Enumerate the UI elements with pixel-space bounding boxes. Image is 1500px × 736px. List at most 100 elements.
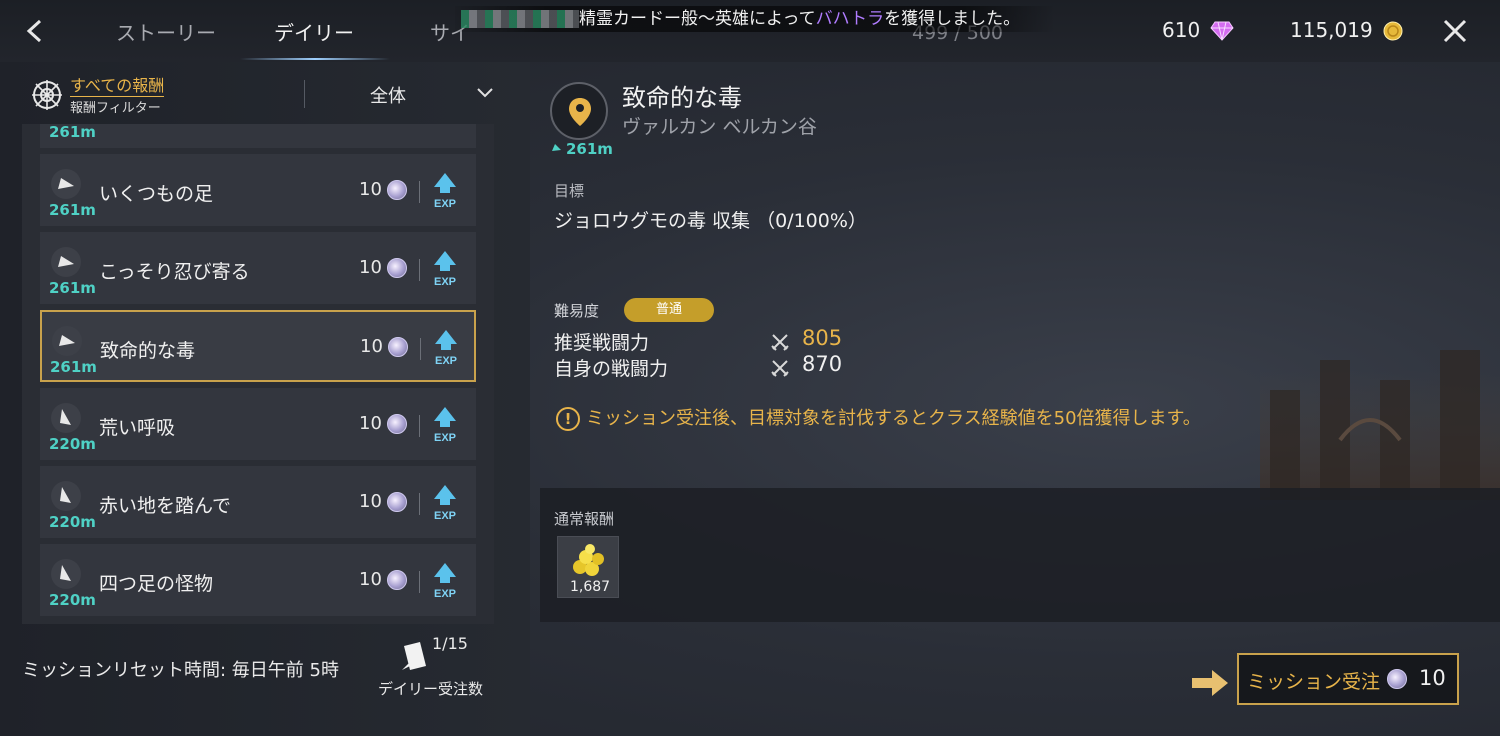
exp-icon: EXP [434, 563, 456, 600]
item-distance: 261m [50, 358, 97, 376]
svg-text:EXP: EXP [434, 588, 456, 600]
own-power-label: 自身の戦闘力 [554, 358, 669, 380]
list-item[interactable]: 220m 赤い地を踏んで 10 EXP [40, 466, 476, 538]
item-divider [419, 415, 420, 437]
list-item[interactable]: 261m こっそり忍び寄る 10 EXP [40, 232, 476, 304]
accept-label: ミッション受注 [1247, 671, 1381, 693]
blurred-name [461, 10, 579, 28]
daily-count: 1/15 [432, 634, 468, 653]
notice-text: ミッション受注後、目標対象を討伐するとクラス経験値を50倍獲得します。 [586, 408, 1201, 429]
direction-arrow-icon [51, 481, 81, 511]
mission-title: 致命的な毒 [622, 84, 742, 112]
gold-coin-icon [1383, 21, 1403, 41]
close-icon[interactable] [1438, 14, 1472, 48]
back-arrow-icon[interactable] [18, 14, 52, 48]
direction-arrow-icon [52, 326, 82, 356]
item-distance: 261m [49, 124, 96, 141]
item-cost: 10 [359, 413, 382, 434]
wheel-icon [32, 80, 62, 110]
exp-icon: EXP [434, 407, 456, 444]
direction-arrow-icon [51, 247, 81, 277]
objective-label: 目標 [554, 182, 585, 200]
exp-bonus-notice: ! ミッション受注後、目標対象を討伐するとクラス経験値を50倍獲得します。 [556, 404, 1201, 431]
background-scenery [1260, 350, 1500, 500]
difficulty-label: 難易度 [554, 302, 600, 320]
reward-gold-item[interactable]: 1,687 [557, 536, 619, 598]
detail-distance: 261m [566, 140, 613, 158]
filter-select-value[interactable]: 全体 [370, 82, 406, 108]
svg-text:EXP: EXP [434, 198, 456, 210]
filter-title: すべての報酬 [70, 76, 165, 97]
item-name: 四つ足の怪物 [99, 573, 214, 595]
reward-filter[interactable]: すべての報酬 報酬フィルター 全体 [22, 72, 502, 124]
exp-icon: EXP [434, 173, 456, 210]
reward-label: 通常報酬 [554, 510, 615, 528]
item-cost: 10 [359, 569, 382, 590]
token-coin-icon [387, 492, 407, 512]
item-cost: 10 [360, 336, 383, 357]
list-item-selected[interactable]: 261m 致命的な毒 10 EXP [40, 310, 476, 382]
tab-daily[interactable]: デイリー [274, 17, 354, 46]
gem-count: 610 [1162, 18, 1201, 42]
item-name: 荒い呼吸 [99, 417, 176, 439]
notify-suffix: を獲得しました。 [884, 9, 1021, 29]
reset-time-text: ミッションリセット時間: 毎日午前 5時 [22, 660, 339, 681]
warning-icon: ! [556, 407, 580, 431]
active-tab-indicator [240, 58, 390, 60]
token-coin-icon [1387, 669, 1407, 689]
notify-highlight: バハトラ [815, 9, 885, 29]
reward-panel: 通常報酬 1,687 [540, 488, 1500, 622]
list-item[interactable]: 220m 四つ足の怪物 10 EXP [40, 544, 476, 616]
rec-power-label: 推奨戦闘力 [554, 332, 650, 354]
item-distance: 220m [49, 435, 96, 453]
chevron-down-icon[interactable] [476, 86, 494, 100]
item-divider [419, 571, 420, 593]
exp-icon: EXP [435, 330, 457, 367]
item-name: 致命的な毒 [100, 340, 196, 362]
filter-divider [304, 80, 305, 108]
list-item[interactable]: 261m [40, 124, 476, 148]
crossed-swords-icon [771, 334, 789, 351]
token-coin-icon [387, 258, 407, 278]
exp-icon: EXP [434, 485, 456, 522]
tab-story[interactable]: ストーリー [116, 17, 216, 46]
item-distance: 261m [49, 279, 96, 297]
token-coin-icon [387, 180, 407, 200]
svg-text:EXP: EXP [435, 355, 457, 367]
top-bar: ストーリー デイリー サイ 499 / 500 精霊カードー般〜英雄によってバハ… [0, 0, 1500, 62]
accept-mission-button[interactable]: ミッション受注 10 [1237, 653, 1459, 705]
list-item[interactable]: 220m 荒い呼吸 10 EXP [40, 388, 476, 460]
item-divider [419, 259, 420, 281]
token-coin-icon [388, 337, 408, 357]
list-item[interactable]: 261m いくつもの足 10 EXP [40, 154, 476, 226]
pointer-arrow-icon [1192, 670, 1228, 696]
mission-list[interactable]: 261m 261m いくつもの足 10 EXP 261m こっそり忍び寄る 10 [22, 124, 494, 624]
mission-location: ヴァルカン ベルカン谷 [622, 116, 817, 138]
reward-quantity: 1,687 [570, 579, 611, 595]
item-divider [419, 493, 420, 515]
small-arrow-icon [552, 144, 561, 151]
item-divider [419, 181, 420, 203]
gold-pile-icon [573, 544, 604, 576]
item-divider [420, 338, 421, 360]
item-distance: 220m [49, 513, 96, 531]
svg-text:EXP: EXP [434, 510, 456, 522]
rec-power-value: 805 [802, 326, 843, 350]
filter-subtitle: 報酬フィルター [70, 101, 161, 116]
item-name: いくつもの足 [99, 183, 214, 205]
quest-scroll-icon [402, 642, 426, 670]
item-cost: 10 [359, 257, 382, 278]
token-coin-icon [387, 570, 407, 590]
location-pin-button[interactable] [550, 82, 608, 140]
item-distance: 220m [49, 591, 96, 609]
daily-label: デイリー受注数 [378, 680, 484, 698]
token-coin-icon [387, 414, 407, 434]
direction-arrow-icon [51, 169, 81, 199]
notify-prefix: 精霊カードー般〜英雄によって [579, 9, 816, 29]
svg-text:EXP: EXP [434, 276, 456, 288]
item-distance: 261m [49, 201, 96, 219]
map-pin-icon [569, 98, 591, 126]
svg-text:EXP: EXP [434, 432, 456, 444]
direction-arrow-icon [51, 559, 81, 589]
item-name: 赤い地を踏んで [99, 495, 232, 517]
